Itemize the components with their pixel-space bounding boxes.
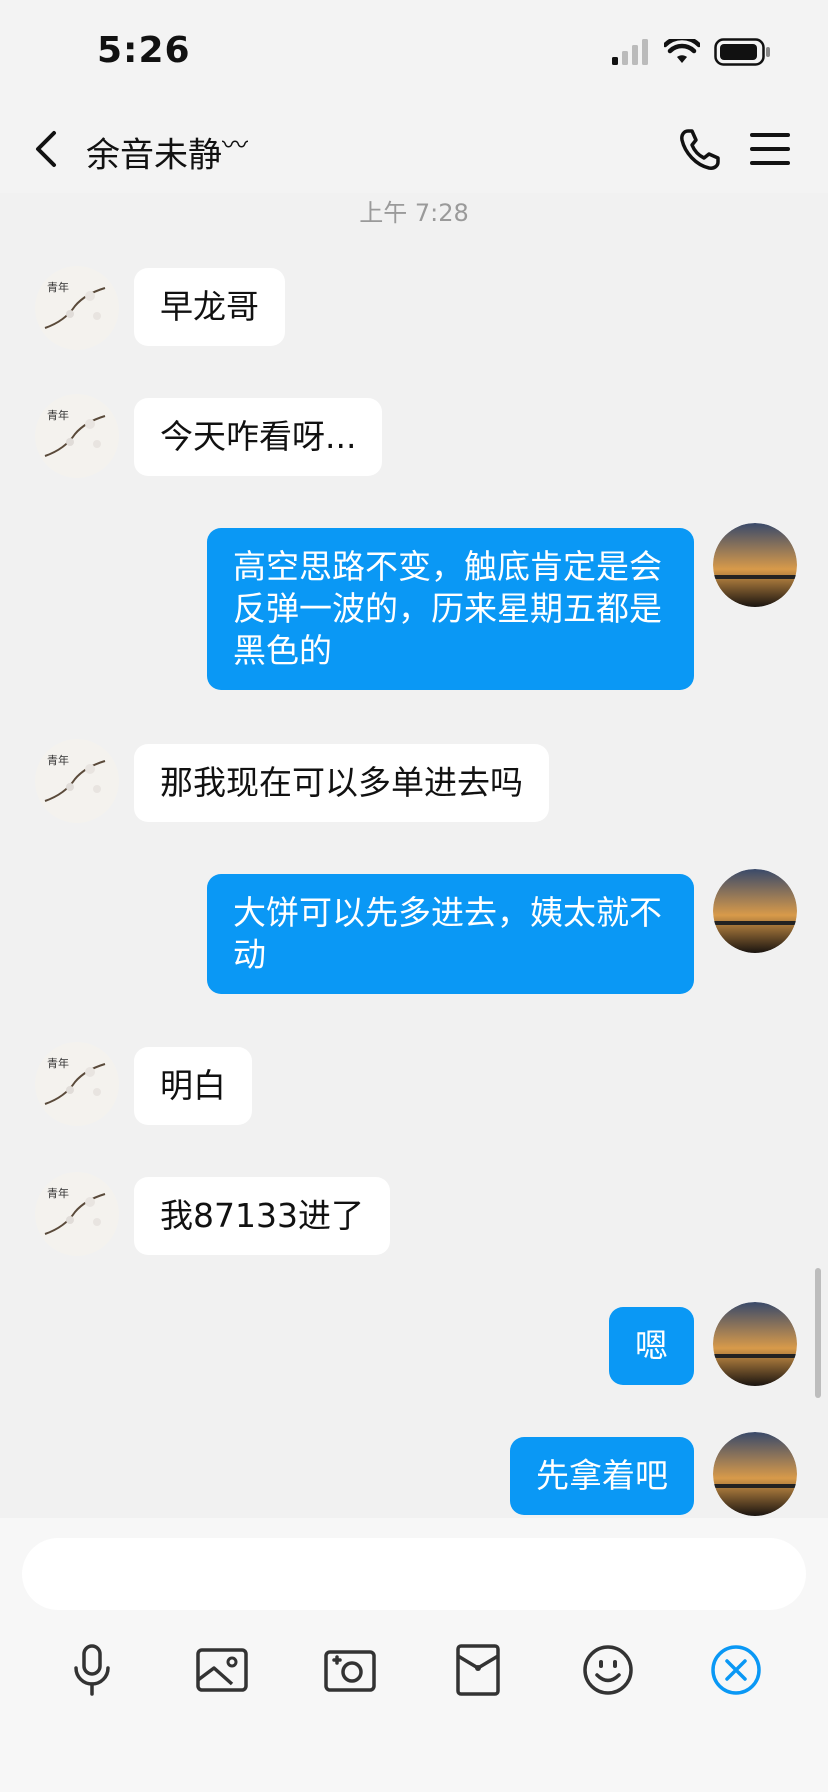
back-arrow-icon[interactable] [28, 123, 68, 175]
chat-header: 余音未静〰 [0, 105, 828, 193]
cellular-signal-icon [612, 39, 648, 65]
contact-avatar[interactable]: 青年 [35, 1042, 119, 1126]
svg-text:青年: 青年 [47, 1056, 69, 1070]
message-bubble[interactable]: 今天咋看呀... [134, 398, 383, 476]
contact-name-text: 余音未静 [86, 135, 222, 176]
microphone-icon[interactable] [62, 1640, 122, 1700]
chat-scrollbar[interactable] [815, 1268, 821, 1398]
composer-toolbar [0, 1640, 828, 1720]
message-bubble[interactable]: 我87133进了 [134, 1177, 390, 1255]
message-input[interactable] [22, 1538, 806, 1610]
my-avatar[interactable] [713, 1302, 797, 1386]
svg-text:青年: 青年 [47, 280, 69, 294]
status-bar: 5:26 [0, 0, 828, 105]
message-bubble[interactable]: 嗯 [609, 1307, 694, 1385]
message-bubble[interactable]: 先拿着吧 [510, 1437, 694, 1515]
svg-text:青年: 青年 [47, 408, 69, 422]
emoji-icon[interactable] [578, 1640, 638, 1700]
svg-text:青年: 青年 [47, 753, 69, 767]
message-bubble[interactable]: 早龙哥 [134, 268, 285, 346]
message-bubble[interactable]: 高空思路不变，触底肯定是会反弹一波的，历来星期五都是黑色的 [207, 528, 694, 690]
wifi-icon [664, 39, 700, 63]
chat-message-list[interactable]: 上午 7:28 青年 早龙哥 青年 今天咋看呀... 高空思路不变，触底肯定是会… [0, 193, 828, 1518]
contact-avatar[interactable]: 青年 [35, 266, 119, 350]
close-circle-icon[interactable] [706, 1640, 766, 1700]
message-timestamp: 上午 7:28 [359, 199, 469, 227]
message-bubble[interactable]: 那我现在可以多单进去吗 [134, 744, 549, 822]
menu-icon[interactable] [748, 127, 792, 171]
camera-icon[interactable] [320, 1640, 380, 1700]
contact-name[interactable]: 余音未静〰 [86, 125, 248, 176]
status-icons [612, 38, 772, 66]
svg-text:青年: 青年 [47, 1186, 69, 1200]
battery-icon [714, 38, 770, 66]
phone-call-icon[interactable] [676, 123, 724, 175]
contact-avatar[interactable]: 青年 [35, 1172, 119, 1256]
my-avatar[interactable] [713, 1432, 797, 1516]
message-bubble[interactable]: 明白 [134, 1047, 252, 1125]
contact-name-suffix: 〰 [222, 131, 249, 161]
message-bubble[interactable]: 大饼可以先多进去，姨太就不动 [207, 874, 694, 994]
my-avatar[interactable] [713, 869, 797, 953]
status-time: 5:26 [97, 30, 191, 71]
red-packet-icon[interactable] [448, 1640, 508, 1700]
contact-avatar[interactable]: 青年 [35, 394, 119, 478]
contact-avatar[interactable]: 青年 [35, 739, 119, 823]
my-avatar[interactable] [713, 523, 797, 607]
image-icon[interactable] [192, 1640, 252, 1700]
composer [0, 1518, 828, 1792]
